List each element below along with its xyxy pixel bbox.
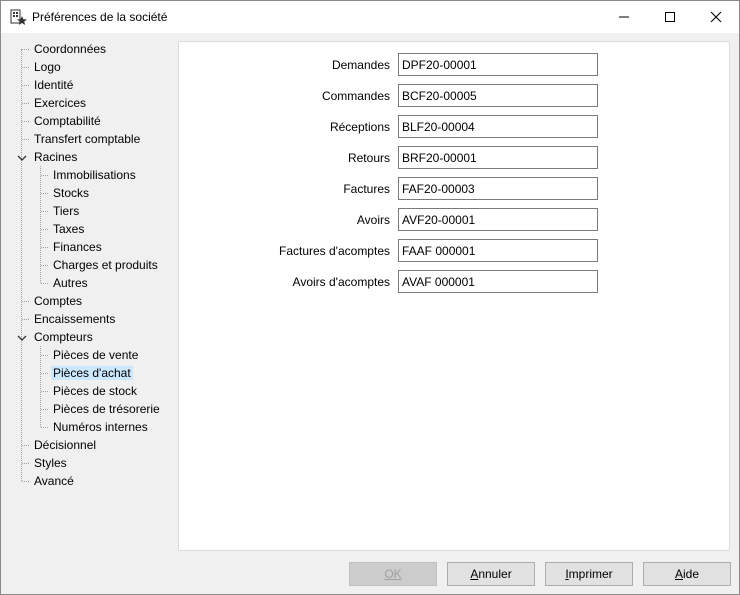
tree-item-decisionnel[interactable]: Décisionnel [32, 436, 98, 454]
ok-button-label: OK [384, 567, 402, 581]
ok-button[interactable]: OK [349, 562, 437, 586]
chevron-down-icon[interactable] [17, 153, 27, 163]
demandes-field[interactable] [398, 53, 598, 76]
close-icon [710, 11, 722, 23]
factures-d-acomptes-label: Factures d'acomptes [278, 244, 390, 258]
receptions-label: Réceptions [329, 120, 390, 134]
tree-item-identite[interactable]: Identité [32, 76, 75, 94]
minimize-icon [619, 16, 629, 18]
retours-field[interactable] [398, 146, 598, 169]
retours-label: Retours [347, 151, 390, 165]
receptions-field[interactable] [398, 115, 598, 138]
tree-connector [40, 346, 41, 427]
avoirs-d-acomptes-field[interactable] [398, 270, 598, 293]
print-button-label: mprimer [568, 567, 613, 581]
preferences-tree: Coordonnées Logo Identité Exercices Comp… [9, 40, 175, 552]
factures-label: Factures [343, 182, 390, 196]
tree-connector [21, 49, 22, 481]
tree-item-exercices[interactable]: Exercices [32, 94, 88, 112]
tree-item-styles[interactable]: Styles [32, 454, 69, 472]
tree-item-compteurs[interactable]: Compteurs [32, 328, 95, 346]
tree-item-tiers[interactable]: Tiers [51, 202, 81, 220]
tree-item-pieces-de-stock[interactable]: Pièces de stock [51, 382, 139, 400]
commandes-label: Commandes [321, 89, 390, 103]
tree-item-pieces-d-achat[interactable]: Pièces d'achat [51, 364, 133, 382]
tree-item-avance[interactable]: Avancé [32, 472, 76, 490]
tree-item-coordonnees[interactable]: Coordonnées [32, 40, 108, 58]
tree-item-logo[interactable]: Logo [32, 58, 63, 76]
print-button[interactable]: Imprimer [545, 562, 633, 586]
factures-field[interactable] [398, 177, 598, 200]
demandes-label: Demandes [331, 58, 390, 72]
cancel-button-label: nnuler [478, 567, 512, 581]
maximize-button[interactable] [647, 1, 693, 33]
tree-item-immobilisations[interactable]: Immobilisations [51, 166, 138, 184]
tree-item-stocks[interactable]: Stocks [51, 184, 91, 202]
tree-item-finances[interactable]: Finances [51, 238, 104, 256]
tree-item-comptes[interactable]: Comptes [32, 292, 84, 310]
tree-item-taxes[interactable]: Taxes [51, 220, 86, 238]
title-bar: Préférences de la société [1, 1, 739, 33]
preferences-window: Préférences de la société Coordonnées Lo… [0, 0, 740, 595]
commandes-field[interactable] [398, 84, 598, 107]
tree-item-transfert-comptable[interactable]: Transfert comptable [32, 130, 142, 148]
tree-item-charges-et-produits[interactable]: Charges et produits [51, 256, 160, 274]
tree-item-pieces-de-tresorerie[interactable]: Pièces de trésorerie [51, 400, 162, 418]
tree-item-numeros-internes[interactable]: Numéros internes [51, 418, 150, 436]
minimize-button[interactable] [601, 1, 647, 33]
maximize-icon [665, 12, 675, 22]
window-title: Préférences de la société [32, 10, 168, 24]
avoirs-label: Avoirs [356, 213, 390, 227]
counters-panel: Demandes Commandes Réceptions Retours Fa… [178, 41, 730, 551]
help-button[interactable]: Aide [643, 562, 731, 586]
help-button-mnemonic: A [674, 567, 683, 581]
factures-d-acomptes-field[interactable] [398, 239, 598, 262]
help-button-label: ide [683, 567, 700, 581]
close-button[interactable] [693, 1, 739, 33]
avoirs-field[interactable] [398, 208, 598, 231]
tree-item-autres[interactable]: Autres [51, 274, 90, 292]
tree-item-racines[interactable]: Racines [32, 148, 79, 166]
tree-item-encaissements[interactable]: Encaissements [32, 310, 117, 328]
tree-item-pieces-de-vente[interactable]: Pièces de vente [51, 346, 140, 364]
tree-item-comptabilite[interactable]: Comptabilité [32, 112, 103, 130]
avoirs-d-acomptes-label: Avoirs d'acomptes [292, 275, 390, 289]
chevron-down-icon[interactable] [17, 333, 27, 343]
building-star-icon [10, 9, 27, 26]
cancel-button[interactable]: Annuler [447, 562, 535, 586]
